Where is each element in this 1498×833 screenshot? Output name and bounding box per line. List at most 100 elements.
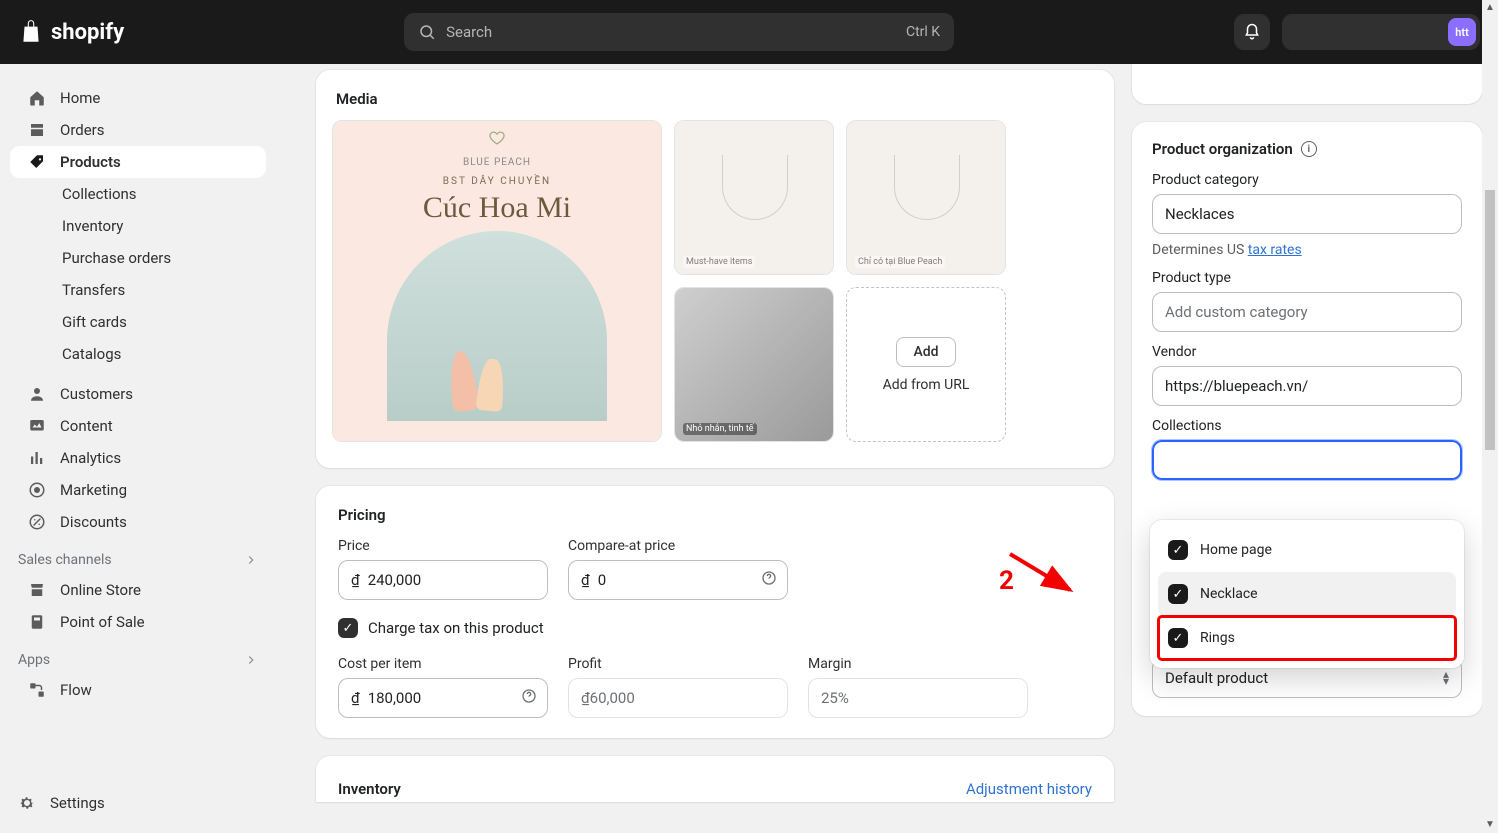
media-tile-2[interactable]: Must-have items: [674, 120, 834, 275]
add-media-from-url[interactable]: Add from URL: [883, 377, 970, 393]
price-input[interactable]: ₫ 240,000: [338, 560, 548, 600]
category-label: Product category: [1152, 172, 1462, 188]
sidebar-item-orders[interactable]: Orders: [10, 114, 266, 146]
sidebar-item-flow[interactable]: Flow: [10, 674, 266, 706]
margin-value: 25%: [821, 689, 849, 707]
home-icon: [28, 89, 46, 107]
cost-label: Cost per item: [338, 656, 548, 672]
avatar: htt: [1448, 18, 1476, 46]
sidebar-sub-catalogs[interactable]: Catalogs: [10, 338, 266, 370]
chevron-right-icon: [244, 553, 258, 567]
card-stub: [1132, 64, 1482, 104]
product-organization-card: Product organization i Product category …: [1132, 122, 1482, 716]
compare-input[interactable]: ₫ 0: [568, 560, 788, 600]
collection-option-necklace[interactable]: ✓ Necklace: [1158, 572, 1456, 616]
sidebar-item-online-store[interactable]: Online Store: [10, 574, 266, 606]
sidebar-item-customers[interactable]: Customers: [10, 378, 266, 410]
search-icon: [418, 23, 436, 41]
sidebar-sub-collections[interactable]: Collections: [10, 178, 266, 210]
type-label: Product type: [1152, 270, 1462, 286]
option-label: Necklace: [1200, 586, 1258, 602]
page-scrollbar[interactable]: ▲ ▼: [1482, 0, 1498, 833]
pricing-title: Pricing: [338, 506, 1092, 524]
sidebar-item-marketing[interactable]: Marketing: [10, 474, 266, 506]
charge-tax-label: Charge tax on this product: [368, 619, 544, 637]
nav-label: Content: [60, 417, 113, 435]
scrollbar-thumb[interactable]: [1485, 190, 1495, 450]
search-placeholder: Search: [446, 23, 492, 41]
media-hero-script: Cúc Hoa Mi: [423, 191, 571, 225]
org-title: Product organization i: [1152, 140, 1462, 158]
profile-chip[interactable]: htt: [1282, 14, 1480, 50]
currency-prefix: ₫: [351, 689, 360, 707]
cost-value: 180,000: [368, 689, 422, 707]
sidebar-item-analytics[interactable]: Analytics: [10, 442, 266, 474]
heart-icon: [487, 129, 507, 147]
scroll-up-icon[interactable]: ▲: [1482, 0, 1498, 16]
search-shortcut: Ctrl K: [906, 24, 940, 40]
shopify-logo[interactable]: shopify: [18, 19, 124, 45]
theme-value: Default product: [1165, 669, 1268, 687]
sidebar-item-discounts[interactable]: Discounts: [10, 506, 266, 538]
currency-prefix: ₫: [351, 571, 360, 589]
media-tile-4[interactable]: Nhỏ nhắn, tinh tế: [674, 287, 834, 442]
pricing-card: Pricing Price ₫ 240,000 Compare-at price…: [316, 486, 1114, 738]
sidebar: Home Orders Products Collections Invento…: [0, 64, 276, 833]
orders-icon: [28, 121, 46, 139]
adjustment-history-link[interactable]: Adjustment history: [966, 780, 1092, 798]
cost-input[interactable]: ₫ 180,000: [338, 678, 548, 718]
media-add-tile[interactable]: Add Add from URL: [846, 287, 1006, 442]
scroll-down-icon[interactable]: ▼: [1482, 817, 1498, 833]
collections-input[interactable]: [1152, 440, 1462, 480]
collection-option-rings[interactable]: ✓ Rings: [1158, 616, 1456, 660]
sidebar-sub-purchase-orders[interactable]: Purchase orders: [10, 242, 266, 274]
collection-option-home-page[interactable]: ✓ Home page: [1158, 528, 1456, 572]
sidebar-sub-gift-cards[interactable]: Gift cards: [10, 306, 266, 338]
media-tile-1[interactable]: BLUE PEACH BST DÂY CHUYỀN Cúc Hoa Mi: [332, 120, 662, 442]
profit-value: ₫60,000: [581, 689, 635, 707]
sidebar-heading-sales-channels[interactable]: Sales channels: [0, 538, 276, 574]
media-caption-3: Chỉ có tại Blue Peach: [855, 256, 945, 268]
media-caption-2: Must-have items: [683, 256, 755, 268]
nav-label: Analytics: [60, 449, 121, 467]
help-icon[interactable]: [761, 570, 777, 590]
media-hero-sub: BST DÂY CHUYỀN: [443, 176, 551, 187]
nav-label: Marketing: [60, 481, 127, 499]
nav-label: Customers: [60, 385, 133, 403]
sidebar-item-pos[interactable]: Point of Sale: [10, 606, 266, 638]
products-icon: [28, 153, 46, 171]
notifications-button[interactable]: [1234, 14, 1270, 50]
price-value: 240,000: [368, 571, 422, 589]
global-search[interactable]: Search Ctrl K: [404, 13, 954, 51]
sidebar-sub-transfers[interactable]: Transfers: [10, 274, 266, 306]
content-icon: [28, 417, 46, 435]
marketing-icon: [28, 481, 46, 499]
topbar: shopify Search Ctrl K htt: [0, 0, 1498, 64]
charge-tax-checkbox[interactable]: ✓: [338, 618, 358, 638]
collections-label: Collections: [1152, 418, 1462, 434]
type-input[interactable]: Add custom category: [1152, 292, 1462, 332]
topbar-right: htt: [1234, 14, 1480, 50]
help-icon[interactable]: [521, 688, 537, 708]
shopify-bag-icon: [18, 19, 44, 45]
main-content: Media BLUE PEACH BST DÂY CHUYỀN Cúc Hoa …: [276, 64, 1498, 833]
nav-label: Settings: [50, 794, 105, 812]
vendor-input[interactable]: https://bluepeach.vn/: [1152, 366, 1462, 406]
sidebar-item-products[interactable]: Products: [10, 146, 266, 178]
media-tile-3[interactable]: Chỉ có tại Blue Peach: [846, 120, 1006, 275]
vendor-label: Vendor: [1152, 344, 1462, 360]
info-icon[interactable]: i: [1301, 141, 1317, 157]
store-icon: [28, 581, 46, 599]
inventory-title: Inventory: [338, 780, 401, 798]
nav-label: Orders: [60, 121, 105, 139]
sidebar-sub-inventory[interactable]: Inventory: [10, 210, 266, 242]
sidebar-item-home[interactable]: Home: [10, 82, 266, 114]
sidebar-heading-apps[interactable]: Apps: [0, 638, 276, 674]
add-media-button[interactable]: Add: [896, 337, 955, 367]
media-card: Media BLUE PEACH BST DÂY CHUYỀN Cúc Hoa …: [316, 70, 1114, 468]
sidebar-item-content[interactable]: Content: [10, 410, 266, 442]
price-label: Price: [338, 538, 548, 554]
category-input[interactable]: Necklaces: [1152, 194, 1462, 234]
tax-rates-link[interactable]: tax rates: [1248, 242, 1302, 258]
sidebar-item-settings[interactable]: Settings: [0, 783, 276, 823]
